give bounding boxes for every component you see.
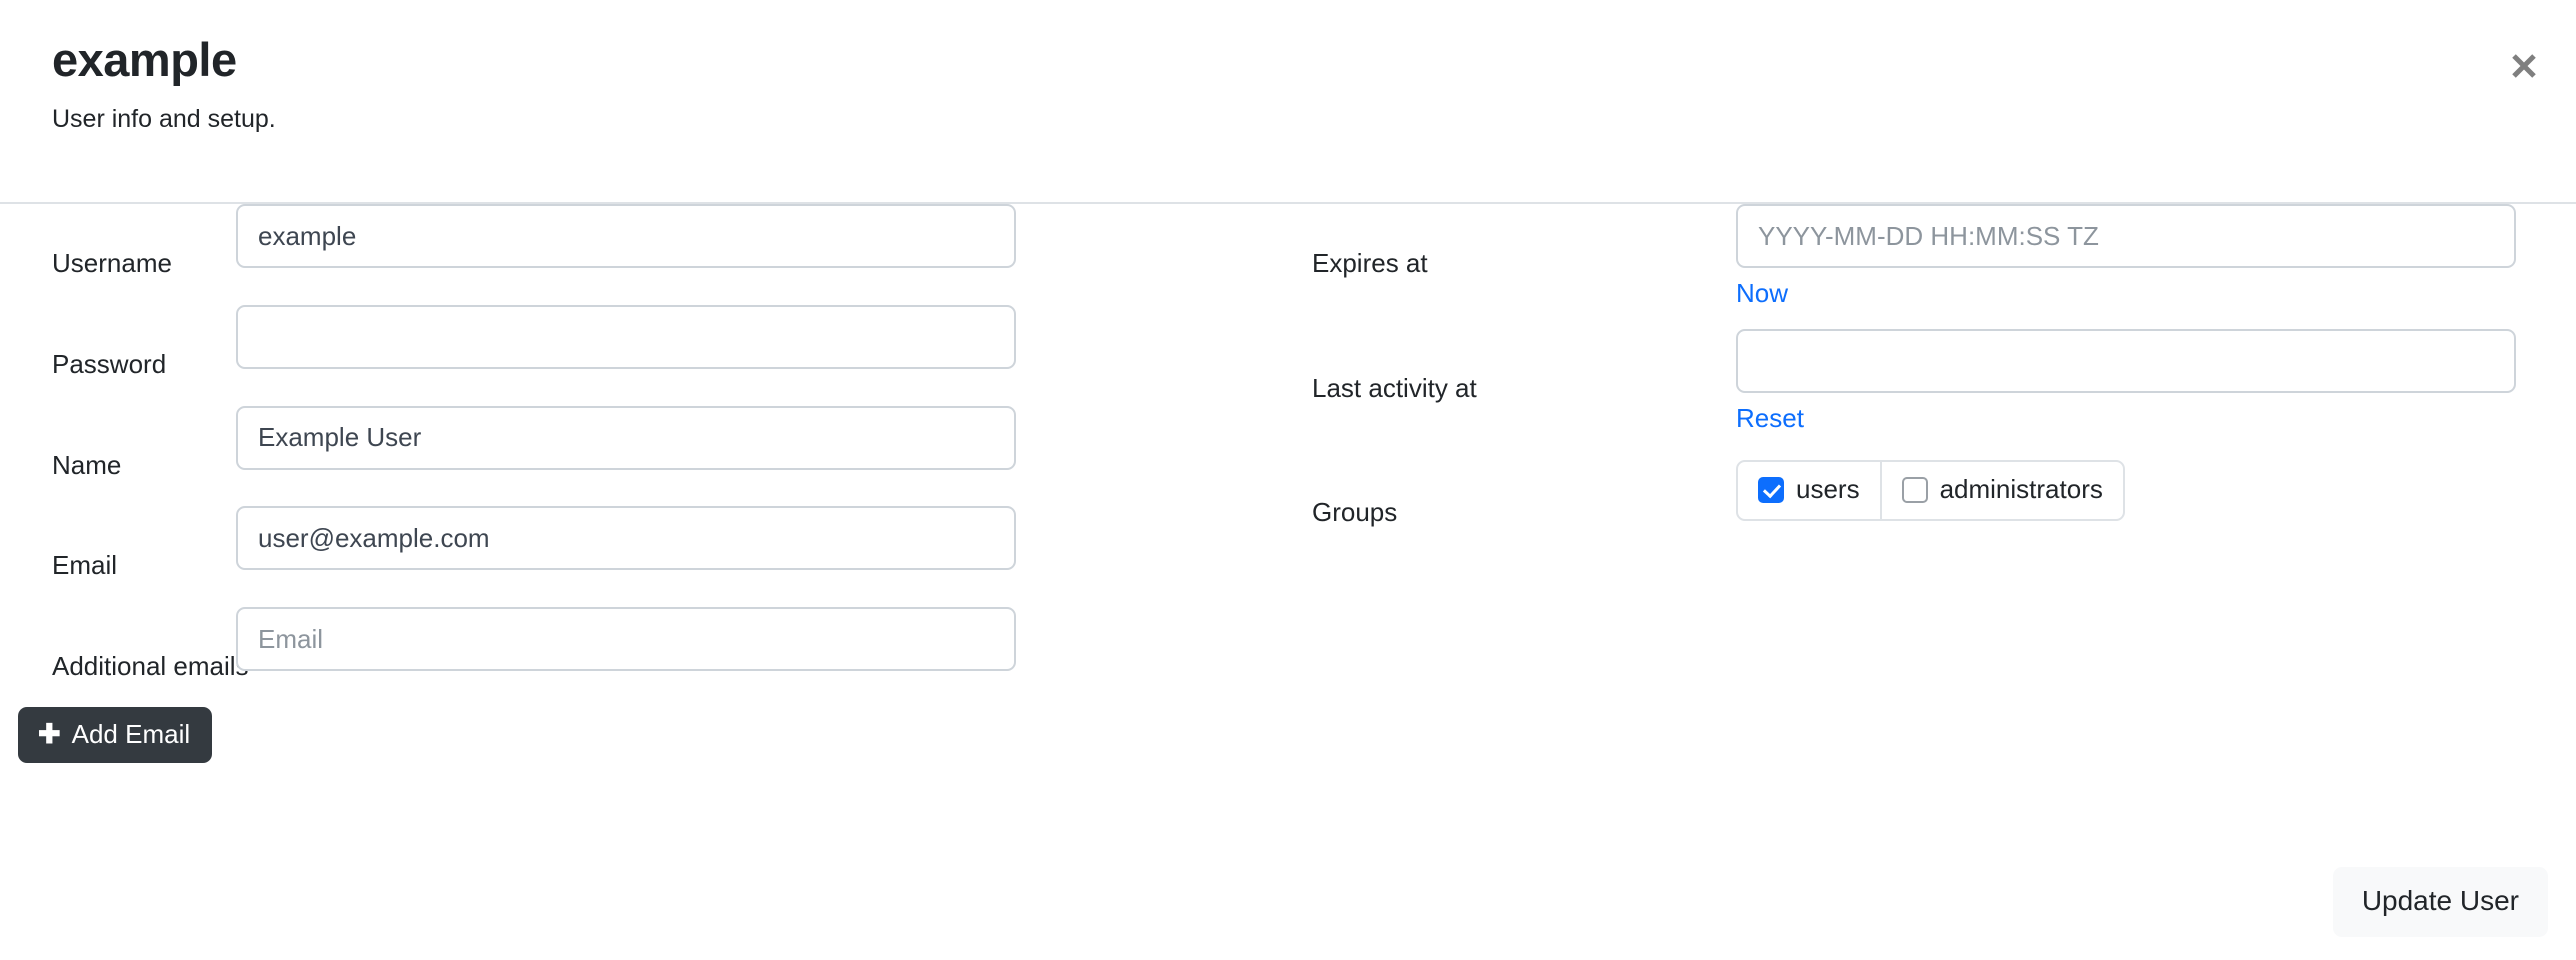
expires-at-now-link[interactable]: Now — [1736, 277, 1788, 310]
field-row-email: Email — [0, 506, 1288, 583]
name-input[interactable] — [236, 405, 1016, 470]
group-option-administrators-label: administrators — [1939, 474, 2103, 504]
label-additional-emails: Additional emails — [52, 651, 249, 682]
groups-button-group: users administrators — [1736, 460, 2125, 521]
field-wrap-last-activity-at: Reset — [1736, 328, 2516, 435]
last-activity-reset-link[interactable]: Reset — [1736, 402, 1804, 435]
field-row-groups: Groups users administrators — [1288, 453, 2576, 530]
label-email: Email — [52, 550, 118, 581]
left-form-column: Username Password Name Email — [0, 204, 1288, 763]
close-button[interactable] — [2502, 44, 2546, 88]
field-wrap-groups: users administrators — [1736, 453, 2516, 521]
label-groups: Groups — [1312, 497, 1398, 527]
label-password: Password — [52, 348, 167, 379]
checkbox-checked-icon[interactable] — [1758, 476, 1784, 503]
user-edit-dialog: example User info and setup. Username Pa… — [0, 0, 2576, 960]
expires-at-input[interactable] — [1736, 204, 2516, 268]
close-icon — [2509, 51, 2539, 81]
label-last-activity-at: Last activity at — [1312, 372, 1477, 403]
field-row-name: Name — [0, 405, 1288, 483]
field-wrap-email — [236, 506, 1016, 571]
group-option-users-label: users — [1796, 474, 1860, 504]
field-row-last-activity-at: Last activity at Reset — [1288, 328, 2576, 435]
field-row-password: Password — [0, 304, 1288, 382]
field-row-expires-at: Expires at Now — [1288, 204, 2576, 310]
last-activity-at-input[interactable] — [1736, 328, 2516, 393]
dialog-body: Username Password Name Email — [0, 204, 2576, 844]
field-wrap-additional-emails — [236, 607, 1016, 672]
field-wrap-expires-at: Now — [1736, 204, 2516, 310]
add-email-button-label: Add Email — [71, 719, 191, 750]
email-input[interactable] — [236, 506, 1016, 571]
right-form-column: Expires at Now Last activity at Reset Gr… — [1288, 204, 2576, 530]
label-username: Username — [52, 248, 172, 278]
label-name: Name — [52, 449, 122, 480]
group-option-users[interactable]: users — [1736, 460, 1882, 521]
field-row-username: Username — [0, 204, 1288, 281]
page-subtitle: User info and setup. — [52, 104, 276, 133]
dialog-header: example User info and setup. — [0, 0, 2576, 204]
checkbox-unchecked-icon[interactable] — [1901, 476, 1928, 503]
dialog-footer: Update User — [0, 844, 2576, 960]
add-email-button[interactable]: ✚ Add Email — [18, 706, 213, 763]
page-title: example — [52, 33, 237, 86]
field-wrap-password — [236, 304, 1016, 369]
label-expires-at: Expires at — [1312, 248, 1428, 278]
field-row-additional-emails: Additional emails — [0, 607, 1288, 684]
update-user-button[interactable]: Update User — [2332, 867, 2548, 937]
field-wrap-name — [236, 405, 1016, 470]
password-input[interactable] — [236, 304, 1016, 369]
additional-email-input[interactable] — [236, 607, 1016, 672]
plus-icon: ✚ — [38, 718, 61, 749]
username-input[interactable] — [236, 204, 1016, 268]
field-wrap-username — [236, 204, 1016, 268]
group-option-administrators[interactable]: administrators — [1879, 460, 2125, 521]
